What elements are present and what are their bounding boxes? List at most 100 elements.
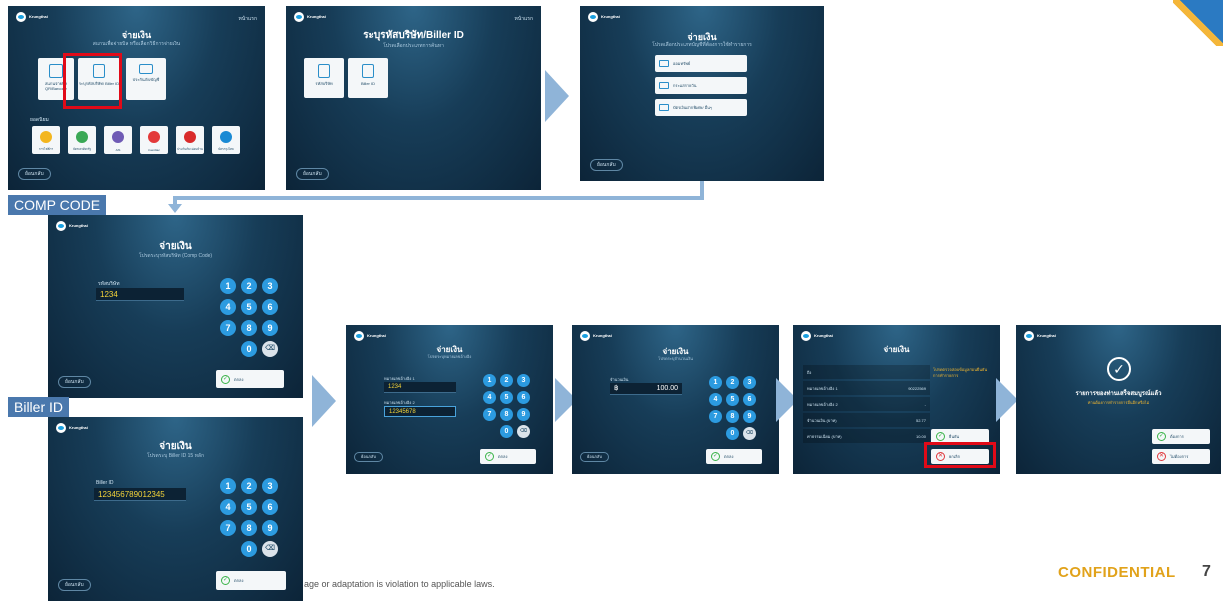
comp-code-label: รหัสบริษัท	[98, 281, 120, 287]
key-0[interactable]: 0	[726, 427, 739, 440]
key-4[interactable]: 4	[220, 299, 236, 315]
key-3[interactable]: 3	[262, 278, 278, 294]
key-1[interactable]: 1	[709, 376, 722, 389]
biller-ktc[interactable]: บัตรกรุงไทย	[212, 126, 240, 154]
key-5[interactable]: 5	[500, 391, 513, 404]
screen-reference: Krungthai จ่ายเงิน โปรดระบุหมายเลขอ้างอิ…	[346, 325, 553, 474]
document-icon	[318, 64, 330, 78]
back-button[interactable]: ย้อนกลับ	[58, 579, 91, 591]
option-current[interactable]: กระแสรายวัน	[655, 77, 747, 94]
option-savings[interactable]: ออมทรัพย์	[655, 55, 747, 72]
key-9[interactable]: 9	[262, 520, 278, 536]
key-3[interactable]: 3	[262, 478, 278, 494]
comp-code-field[interactable]: 1234	[96, 288, 184, 301]
ref2-field[interactable]: 12345678	[384, 406, 456, 417]
key-3[interactable]: 3	[743, 376, 756, 389]
key-8[interactable]: 8	[241, 320, 257, 336]
krungthai-logo: Krungthai	[580, 331, 612, 341]
cancel-icon: ✕	[1157, 452, 1166, 461]
key-6[interactable]: 6	[262, 499, 278, 515]
key-7[interactable]: 7	[709, 410, 722, 423]
finish-button[interactable]: ✕ ไม่ต้องการ	[1152, 449, 1210, 464]
back-button[interactable]: ย้อนกลับ	[58, 376, 91, 388]
key-8[interactable]: 8	[500, 408, 513, 421]
ref1-label: หมายเลขอ้างอิง 1	[384, 376, 415, 381]
key-9[interactable]: 9	[743, 410, 756, 423]
tile-insurance[interactable]: ประกันภัย/บัญชี	[126, 58, 166, 100]
back-button[interactable]: ย้อนกลับ	[18, 168, 51, 180]
key-3[interactable]: 3	[517, 374, 530, 387]
popular-heading: ยอดนิยม	[30, 117, 49, 123]
krungthai-logo: Krungthai	[1024, 331, 1056, 341]
ok-button[interactable]: ✓ ตกลง	[480, 449, 536, 464]
biller-loan[interactable]: ประกันภัย/ ผ่อนบ้าน	[176, 126, 204, 154]
backspace-key[interactable]: ⌫	[262, 341, 278, 357]
back-button[interactable]: ย้อนกลับ	[354, 452, 383, 462]
key-0[interactable]: 0	[241, 541, 257, 557]
backspace-key[interactable]: ⌫	[743, 427, 756, 440]
back-button[interactable]: ย้อนกลับ	[296, 168, 329, 180]
amount-field[interactable]: ฿ 100.00	[610, 383, 682, 395]
card-icon	[659, 104, 669, 111]
key-7[interactable]: 7	[220, 320, 236, 336]
comp-code-label: COMP CODE	[8, 195, 107, 215]
biller-credit[interactable]: บัตรเครดิต/รัฐ	[68, 126, 96, 154]
key-4[interactable]: 4	[709, 393, 722, 406]
ref2-label: หมายเลขอ้างอิง 2	[384, 400, 415, 405]
key-0[interactable]: 0	[500, 425, 513, 438]
key-2[interactable]: 2	[726, 376, 739, 389]
summary-row: หมายเลขอ้างอิง 2-	[803, 397, 930, 411]
tile-biller-id[interactable]: Biller ID	[348, 58, 388, 98]
krungthai-logo: Krungthai	[294, 12, 326, 22]
key-4[interactable]: 4	[220, 499, 236, 515]
key-8[interactable]: 8	[241, 520, 257, 536]
flow-connector	[175, 196, 704, 200]
summary-row: หมายเลขอ้างอิง 1 90222569	[803, 381, 930, 395]
back-button[interactable]: ย้อนกลับ	[590, 159, 623, 171]
tile-comp-code[interactable]: รหัสบริษัท	[304, 58, 344, 98]
highlight-biller-tile	[63, 53, 122, 109]
key-1[interactable]: 1	[220, 278, 236, 294]
key-5[interactable]: 5	[726, 393, 739, 406]
key-2[interactable]: 2	[241, 278, 257, 294]
key-8[interactable]: 8	[726, 410, 739, 423]
page-subtitle: โปรดเลือกประเภทบัญชีที่ต้องการใช้ทำรายกา…	[652, 42, 752, 48]
key-6[interactable]: 6	[743, 393, 756, 406]
key-4[interactable]: 4	[483, 391, 496, 404]
home-button[interactable]: หน้าแรก	[515, 15, 533, 23]
biller-id-field[interactable]: 123456789012345	[94, 488, 186, 501]
key-5[interactable]: 5	[241, 299, 257, 315]
key-2[interactable]: 2	[241, 478, 257, 494]
confidential-label: CONFIDENTIAL	[1058, 564, 1176, 581]
complete-title: รายการของท่านเสร็จสมบูรณ์แล้ว	[1075, 391, 1162, 397]
key-1[interactable]: 1	[220, 478, 236, 494]
biller-ais[interactable]: AIS	[104, 126, 132, 154]
ok-button[interactable]: ✓ ตกลง	[706, 449, 762, 464]
key-9[interactable]: 9	[517, 408, 530, 421]
krungthai-logo: Krungthai	[588, 12, 620, 22]
key-6[interactable]: 6	[517, 391, 530, 404]
key-7[interactable]: 7	[220, 520, 236, 536]
key-9[interactable]: 9	[262, 320, 278, 336]
page-subtitle: โปรดเลือกประเภทการค้นหา	[383, 43, 444, 49]
back-button[interactable]: ย้อนกลับ	[580, 452, 609, 462]
more-transaction-button[interactable]: ✓ ต้องการ	[1152, 429, 1210, 444]
option-special[interactable]: บัตรเงินฝากพิเศษ/ อื่นๆ	[655, 99, 747, 116]
key-1[interactable]: 1	[483, 374, 496, 387]
corner-decoration	[1173, 0, 1223, 46]
home-button[interactable]: หน้าแรก	[239, 15, 257, 23]
summary-row: ถึง	[803, 365, 930, 379]
key-2[interactable]: 2	[500, 374, 513, 387]
key-7[interactable]: 7	[483, 408, 496, 421]
key-5[interactable]: 5	[241, 499, 257, 515]
backspace-key[interactable]: ⌫	[262, 541, 278, 557]
biller-electricity[interactable]: การไฟฟ้าฯ	[32, 126, 60, 154]
ref1-field[interactable]: 1234	[384, 382, 456, 393]
key-0[interactable]: 0	[241, 341, 257, 357]
key-6[interactable]: 6	[262, 299, 278, 315]
biller-true[interactable]: true/dtac	[140, 126, 168, 154]
page-subtitle: โปรดระบุ Biller ID 15 หลัก	[147, 453, 204, 459]
ok-button[interactable]: ✓ ตกลง	[216, 571, 286, 590]
ok-button[interactable]: ✓ ตกลง	[216, 370, 284, 388]
backspace-key[interactable]: ⌫	[517, 425, 530, 438]
